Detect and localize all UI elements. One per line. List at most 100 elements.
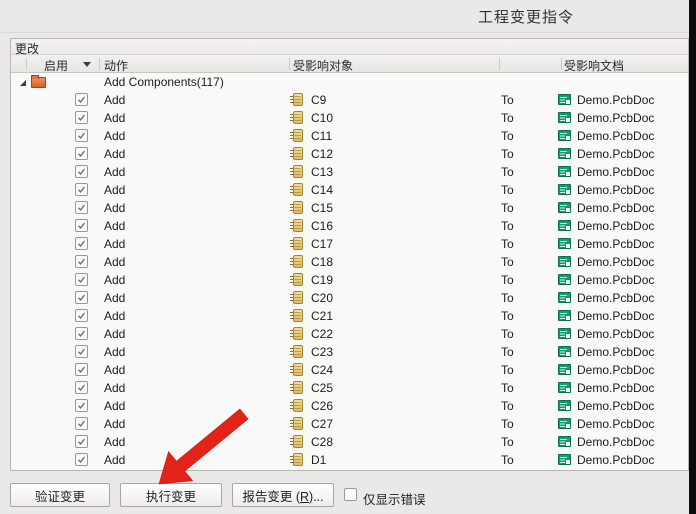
table-row[interactable]: AddC20ToDemo.PcbDoc	[11, 289, 688, 307]
row-enable-checkbox[interactable]	[75, 183, 88, 196]
table-row[interactable]: AddC14ToDemo.PcbDoc	[11, 181, 688, 199]
row-document: Demo.PcbDoc	[577, 219, 654, 233]
component-icon	[293, 309, 303, 322]
row-enable-checkbox[interactable]	[75, 93, 88, 106]
row-enable-checkbox[interactable]	[75, 417, 88, 430]
col-header-affected-document[interactable]: 受影响文档	[564, 57, 624, 74]
col-header-affected-object[interactable]: 受影响对象	[293, 57, 353, 74]
row-object-designator: C13	[311, 165, 333, 179]
table-row[interactable]: AddC21ToDemo.PcbDoc	[11, 307, 688, 325]
table-body: Add Components(117) AddC9ToDemo.PcbDocAd…	[11, 73, 688, 469]
row-enable-checkbox[interactable]	[75, 111, 88, 124]
row-enable-checkbox[interactable]	[75, 327, 88, 340]
table-row[interactable]: AddC10ToDemo.PcbDoc	[11, 109, 688, 127]
validate-button[interactable]: 验证变更	[10, 483, 110, 507]
pcbdoc-icon	[558, 184, 571, 195]
row-enable-checkbox[interactable]	[75, 255, 88, 268]
checkmark-icon	[76, 418, 87, 429]
row-enable-checkbox[interactable]	[75, 309, 88, 322]
row-enable-checkbox[interactable]	[75, 165, 88, 178]
report-label-mnemonic: R	[300, 490, 309, 504]
row-enable-checkbox[interactable]	[75, 201, 88, 214]
row-enable-checkbox[interactable]	[75, 237, 88, 250]
table-row[interactable]: AddC15ToDemo.PcbDoc	[11, 199, 688, 217]
col-header-enable[interactable]: 启用	[44, 57, 68, 74]
row-enable-checkbox[interactable]	[75, 399, 88, 412]
checkmark-icon	[76, 184, 87, 195]
row-document: Demo.PcbDoc	[577, 111, 654, 125]
row-enable-checkbox[interactable]	[75, 219, 88, 232]
row-object-designator: C9	[311, 93, 326, 107]
column-separator	[499, 58, 500, 70]
table-row[interactable]: AddC12ToDemo.PcbDoc	[11, 145, 688, 163]
row-to: To	[501, 237, 514, 251]
row-action: Add	[104, 327, 125, 341]
pcbdoc-icon	[558, 400, 571, 411]
group-label: Add Components(117)	[104, 75, 224, 89]
table-row[interactable]: AddC26ToDemo.PcbDoc	[11, 397, 688, 415]
table-row[interactable]: AddC17ToDemo.PcbDoc	[11, 235, 688, 253]
component-icon	[293, 111, 303, 124]
row-action: Add	[104, 291, 125, 305]
eco-dialog-window: 工程变更指令 更改 启用 动作 受影响对象 受影响文档 Add Componen…	[0, 0, 696, 514]
pcbdoc-icon	[558, 328, 571, 339]
row-object-designator: C16	[311, 219, 333, 233]
table-row[interactable]: AddC13ToDemo.PcbDoc	[11, 163, 688, 181]
row-enable-checkbox[interactable]	[75, 363, 88, 376]
group-row[interactable]: Add Components(117)	[11, 73, 688, 91]
table-row[interactable]: AddC24ToDemo.PcbDoc	[11, 361, 688, 379]
checkmark-icon	[76, 202, 87, 213]
row-to: To	[501, 453, 514, 467]
component-icon	[293, 93, 303, 106]
row-document: Demo.PcbDoc	[577, 381, 654, 395]
table-row[interactable]: AddC9ToDemo.PcbDoc	[11, 91, 688, 109]
table-row[interactable]: AddC28ToDemo.PcbDoc	[11, 433, 688, 451]
row-to: To	[501, 291, 514, 305]
table-row[interactable]: AddC23ToDemo.PcbDoc	[11, 343, 688, 361]
table-row[interactable]: AddD1ToDemo.PcbDoc	[11, 451, 688, 469]
row-to: To	[501, 93, 514, 107]
table-row[interactable]: AddC16ToDemo.PcbDoc	[11, 217, 688, 235]
show-errors-checkbox[interactable]	[344, 488, 357, 501]
col-header-action[interactable]: 动作	[104, 57, 128, 74]
table-row[interactable]: AddC19ToDemo.PcbDoc	[11, 271, 688, 289]
row-action: Add	[104, 129, 125, 143]
checkmark-icon	[76, 400, 87, 411]
pcbdoc-icon	[558, 454, 571, 465]
report-button[interactable]: 报告变更 (R)...	[232, 483, 334, 507]
table-row[interactable]: AddC22ToDemo.PcbDoc	[11, 325, 688, 343]
enable-filter-dropdown-icon[interactable]	[83, 62, 91, 67]
row-action: Add	[104, 417, 125, 431]
row-to: To	[501, 129, 514, 143]
pcbdoc-icon	[558, 130, 571, 141]
row-enable-checkbox[interactable]	[75, 435, 88, 448]
row-action: Add	[104, 147, 125, 161]
row-enable-checkbox[interactable]	[75, 147, 88, 160]
row-enable-checkbox[interactable]	[75, 273, 88, 286]
row-object-designator: D1	[311, 453, 326, 467]
execute-button[interactable]: 执行变更	[120, 483, 222, 507]
row-enable-checkbox[interactable]	[75, 453, 88, 466]
pcbdoc-icon	[558, 418, 571, 429]
component-icon	[293, 201, 303, 214]
row-document: Demo.PcbDoc	[577, 453, 654, 467]
row-enable-checkbox[interactable]	[75, 291, 88, 304]
row-enable-checkbox[interactable]	[75, 345, 88, 358]
row-to: To	[501, 435, 514, 449]
component-icon	[293, 363, 303, 376]
row-object-designator: C26	[311, 399, 333, 413]
row-document: Demo.PcbDoc	[577, 201, 654, 215]
row-object-designator: C25	[311, 381, 333, 395]
component-icon	[293, 273, 303, 286]
table-row[interactable]: AddC18ToDemo.PcbDoc	[11, 253, 688, 271]
row-to: To	[501, 273, 514, 287]
table-row[interactable]: AddC25ToDemo.PcbDoc	[11, 379, 688, 397]
row-action: Add	[104, 255, 125, 269]
row-document: Demo.PcbDoc	[577, 417, 654, 431]
table-row[interactable]: AddC27ToDemo.PcbDoc	[11, 415, 688, 433]
row-action: Add	[104, 201, 125, 215]
row-enable-checkbox[interactable]	[75, 381, 88, 394]
row-enable-checkbox[interactable]	[75, 129, 88, 142]
expander-icon[interactable]	[19, 79, 27, 87]
table-row[interactable]: AddC11ToDemo.PcbDoc	[11, 127, 688, 145]
